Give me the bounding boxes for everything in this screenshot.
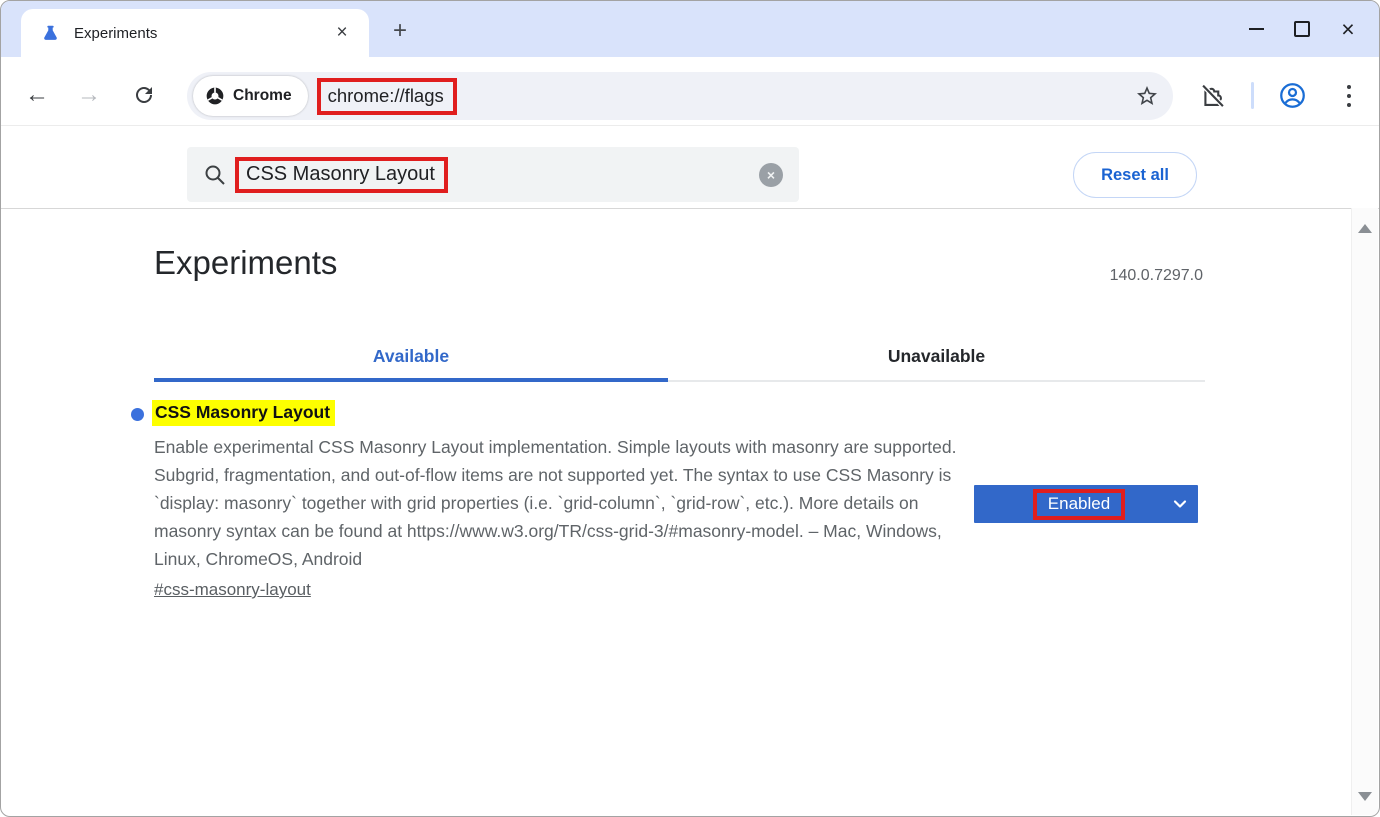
search-annotation-box: CSS Masonry Layout bbox=[235, 157, 448, 193]
chrome-logo-icon bbox=[205, 86, 225, 106]
search-input[interactable]: CSS Masonry Layout × bbox=[187, 147, 799, 202]
tab-strip: Experiments × + × bbox=[1, 1, 1379, 57]
scroll-down-arrow-icon[interactable] bbox=[1358, 792, 1372, 801]
page-title: Experiments bbox=[154, 244, 337, 282]
tab-title: Experiments bbox=[74, 25, 157, 42]
extensions-disabled-icon bbox=[1199, 81, 1227, 109]
kebab-menu-icon bbox=[1342, 83, 1356, 109]
toolbar-divider bbox=[1251, 82, 1254, 109]
flag-description: Enable experimental CSS Masonry Layout i… bbox=[154, 433, 959, 573]
flag-value-select[interactable]: Enabled bbox=[974, 485, 1198, 523]
star-icon bbox=[1135, 84, 1159, 108]
tab-available[interactable]: Available bbox=[154, 331, 668, 382]
extensions-disabled-button[interactable] bbox=[1199, 81, 1227, 109]
back-button[interactable]: ← bbox=[23, 81, 51, 109]
forward-button[interactable]: → bbox=[75, 81, 103, 109]
chrome-chip-label: Chrome bbox=[233, 87, 292, 105]
new-tab-button[interactable]: + bbox=[385, 16, 415, 46]
tab-close-icon[interactable]: × bbox=[329, 20, 355, 46]
minimize-icon bbox=[1249, 28, 1264, 30]
flag-entry: CSS Masonry Layout Enable experimental C… bbox=[152, 400, 959, 600]
reload-button[interactable] bbox=[130, 81, 158, 109]
bookmark-star-button[interactable] bbox=[1135, 84, 1159, 108]
profile-icon bbox=[1279, 82, 1306, 109]
url-text[interactable]: chrome://flags bbox=[328, 85, 444, 106]
scrollbar[interactable] bbox=[1351, 208, 1378, 815]
reload-icon bbox=[132, 83, 156, 107]
profile-button[interactable] bbox=[1279, 82, 1306, 109]
minimize-button[interactable] bbox=[1233, 9, 1279, 49]
flag-permalink[interactable]: #css-masonry-layout bbox=[154, 580, 311, 600]
browser-tab-experiments[interactable]: Experiments × bbox=[21, 9, 369, 57]
flag-searched-dot bbox=[131, 408, 144, 421]
flask-favicon-icon bbox=[41, 24, 60, 43]
scroll-up-arrow-icon[interactable] bbox=[1358, 224, 1372, 233]
flag-name-highlighted: CSS Masonry Layout bbox=[152, 400, 335, 426]
search-value[interactable]: CSS Masonry Layout bbox=[246, 163, 435, 185]
search-icon bbox=[203, 163, 227, 187]
reset-all-button[interactable]: Reset all bbox=[1073, 152, 1197, 198]
maximize-button[interactable] bbox=[1279, 9, 1325, 49]
maximize-icon bbox=[1294, 21, 1310, 37]
chevron-down-icon bbox=[1170, 494, 1190, 514]
browser-menu-button[interactable] bbox=[1342, 83, 1356, 109]
select-annotation-box: Enabled bbox=[1033, 489, 1125, 520]
flag-selected-value: Enabled bbox=[1048, 494, 1110, 513]
tabs-underline-active bbox=[154, 378, 668, 382]
address-bar[interactable]: Chrome chrome://flags bbox=[187, 72, 1173, 120]
chrome-page-chip[interactable]: Chrome bbox=[193, 76, 308, 116]
clear-search-button[interactable]: × bbox=[759, 163, 783, 187]
flags-tabs: Available Unavailable bbox=[154, 331, 1205, 382]
close-icon: × bbox=[1341, 18, 1354, 41]
url-annotation-box: chrome://flags bbox=[317, 78, 457, 115]
close-window-button[interactable]: × bbox=[1325, 9, 1371, 49]
version-label: 140.0.7297.0 bbox=[1110, 267, 1203, 285]
window-controls: × bbox=[1233, 1, 1371, 57]
tab-unavailable[interactable]: Unavailable bbox=[668, 331, 1205, 382]
browser-window: Experiments × + × ← → bbox=[0, 0, 1380, 817]
